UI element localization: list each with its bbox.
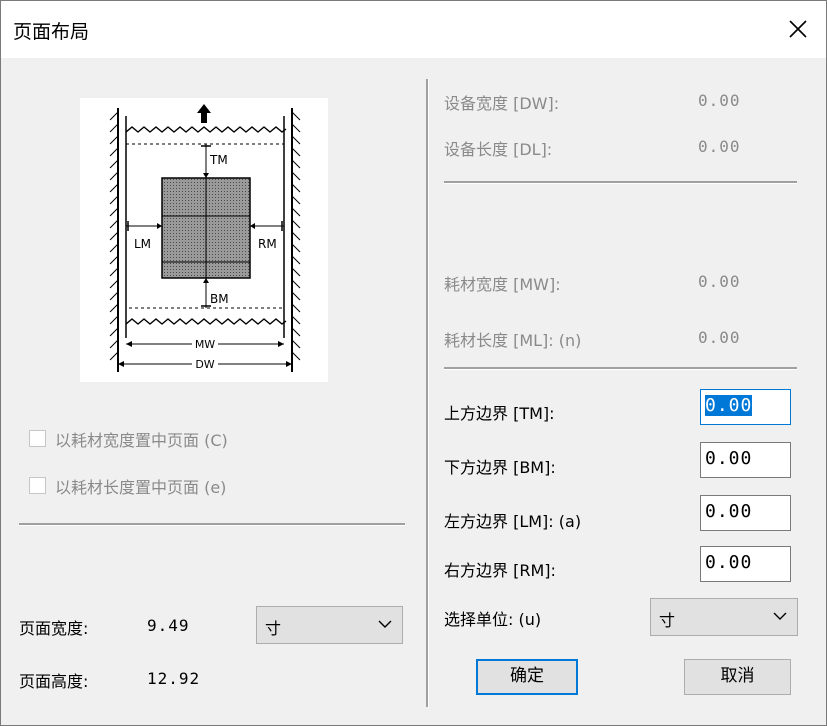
chevron-down-icon (773, 612, 787, 620)
top-margin-input[interactable]: 0.00 (700, 389, 791, 425)
dialog-title: 页面布局 (13, 21, 90, 43)
bottom-margin-label: 下方边界 [BM]: (444, 458, 556, 477)
device-length-label: 设备长度 [DL]: (444, 140, 553, 159)
top-margin-value: 0.00 (705, 395, 753, 416)
page-height-label: 页面高度: (19, 672, 89, 691)
center-length-label: 以耗材长度置中页面 (e) (55, 478, 227, 497)
rm-label: RM (258, 237, 277, 251)
mw-label: MW (195, 338, 215, 351)
center-width-checkbox[interactable] (29, 430, 46, 447)
page-width-label: 页面宽度: (19, 619, 89, 638)
layout-preview: TM BM LM RM MW DW (80, 98, 328, 382)
left-margin-label: 左方边界 [LM]: (a) (444, 512, 582, 531)
title-bar: 页面布局 (1, 1, 826, 58)
unit-label: 选择单位: (u) (444, 610, 542, 629)
bottom-margin-value: 0.00 (705, 448, 753, 469)
media-length-value: 0.00 (698, 328, 741, 347)
ok-button[interactable]: 确定 (476, 659, 578, 695)
close-icon (789, 20, 807, 38)
center-length-checkbox[interactable] (29, 477, 46, 494)
media-width-value: 0.00 (698, 272, 741, 291)
left-margin-value: 0.00 (705, 501, 753, 522)
right-margin-label: 右方边界 [RM]: (444, 561, 556, 580)
close-button[interactable] (780, 11, 816, 47)
device-width-label: 设备宽度 [DW]: (444, 94, 560, 113)
layout-diagram: TM BM LM RM MW DW (109, 104, 301, 372)
page-width-value: 9.49 (147, 616, 190, 635)
lm-label: LM (134, 237, 151, 251)
chevron-down-icon (378, 620, 392, 628)
unit-value: 寸 (659, 611, 676, 630)
page-height-value: 12.92 (147, 669, 201, 688)
left-margin-input[interactable]: 0.00 (700, 495, 791, 531)
left-divider (19, 523, 405, 526)
media-divider (444, 367, 797, 370)
device-width-value: 0.00 (698, 91, 741, 110)
page-layout-dialog: 页面布局 TM BM LM RM MW DW 以耗材宽度置中页面 (C) 以耗材… (0, 0, 827, 726)
bm-label: BM (210, 292, 229, 306)
vertical-divider (426, 79, 429, 707)
center-width-label: 以耗材宽度置中页面 (C) (55, 431, 228, 450)
page-unit-value: 寸 (265, 619, 282, 638)
tm-label: TM (209, 153, 228, 167)
device-length-value: 0.00 (698, 137, 741, 156)
page-unit-select[interactable]: 寸 (256, 606, 403, 644)
unit-select[interactable]: 寸 (650, 598, 798, 636)
top-margin-label: 上方边界 [TM]: (444, 404, 555, 423)
media-length-label: 耗材长度 [ML]: (n) (444, 331, 582, 350)
media-width-label: 耗材宽度 [MW]: (444, 275, 561, 294)
right-margin-value: 0.00 (705, 552, 753, 573)
cancel-button[interactable]: 取消 (684, 659, 791, 695)
bottom-margin-input[interactable]: 0.00 (700, 442, 791, 478)
right-margin-input[interactable]: 0.00 (700, 546, 791, 582)
dw-label: DW (195, 358, 214, 371)
device-divider (444, 181, 797, 184)
